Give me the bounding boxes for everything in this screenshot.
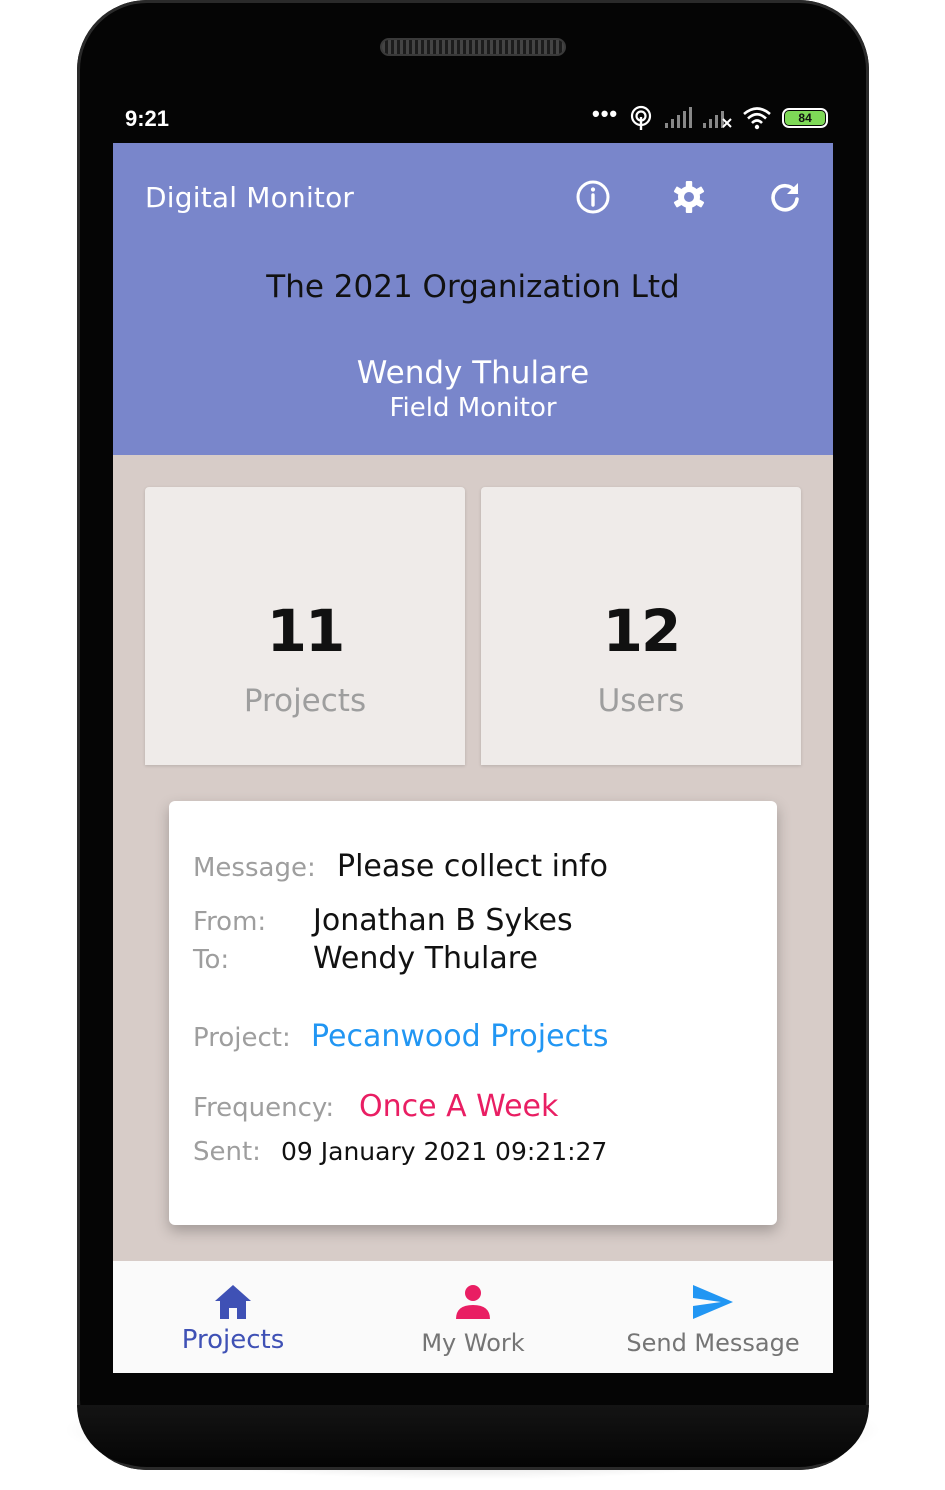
settings-gear-icon[interactable] [669, 177, 709, 217]
phone-chin [77, 1405, 869, 1465]
app-screen: Digital Monitor The 2021 Organization Lt… [113, 143, 833, 1373]
home-icon [215, 1285, 251, 1319]
frequency-value: Once A Week [359, 1089, 559, 1124]
message-card[interactable]: Message: Please collect info From: Jonat… [169, 801, 777, 1225]
person-icon [456, 1285, 490, 1319]
refresh-icon[interactable] [765, 177, 805, 217]
to-label: To: [193, 945, 230, 975]
signal-icon [665, 107, 693, 128]
sent-label: Sent: [193, 1137, 261, 1167]
users-count-card[interactable]: 12 Users [481, 487, 801, 765]
nav-label-send-message: Send Message [626, 1329, 800, 1357]
nav-label-my-work: My Work [421, 1329, 525, 1357]
bottom-navigation: Projects My Work Send Message [113, 1261, 833, 1373]
nav-item-projects[interactable]: Projects [113, 1261, 353, 1373]
projects-count-label: Projects [243, 683, 367, 719]
users-count-label: Users [597, 683, 685, 719]
project-link[interactable]: Pecanwood Projects [311, 1019, 608, 1054]
nav-label-projects: Projects [181, 1325, 285, 1355]
projects-count: 11 [266, 597, 346, 665]
nav-item-send-message[interactable]: Send Message [593, 1261, 833, 1373]
user-name: Wendy Thulare [356, 355, 590, 391]
project-label: Project: [193, 1023, 291, 1053]
hotspot-icon [631, 105, 652, 130]
app-title: Digital Monitor [145, 181, 355, 214]
message-label: Message: [193, 853, 316, 883]
status-more-dots: ••• [592, 101, 619, 126]
status-time: 9:21 [125, 106, 170, 131]
nav-item-my-work[interactable]: My Work [353, 1261, 593, 1373]
status-icons: ••• 84 [592, 101, 829, 132]
send-icon [693, 1285, 733, 1319]
organization-name: The 2021 Organization Ltd [266, 269, 680, 305]
battery-icon: 84 [782, 108, 829, 128]
signal-no-service-icon [703, 111, 732, 128]
to-value: Wendy Thulare [313, 941, 538, 976]
users-count: 12 [602, 597, 682, 665]
phone-speaker-grille [380, 38, 566, 56]
user-role: Field Monitor [389, 393, 557, 423]
app-header: Digital Monitor The 2021 Organization Lt… [113, 143, 833, 455]
frequency-label: Frequency: [193, 1093, 335, 1123]
from-label: From: [193, 907, 267, 937]
battery-level: 84 [785, 111, 826, 125]
from-value: Jonathan B Sykes [313, 903, 573, 938]
wifi-icon [743, 107, 771, 130]
projects-count-card[interactable]: 11 Projects [145, 487, 465, 765]
info-icon[interactable] [573, 177, 613, 217]
message-text: Please collect info [337, 849, 608, 884]
sent-timestamp: 09 January 2021 09:21:27 [281, 1137, 608, 1166]
